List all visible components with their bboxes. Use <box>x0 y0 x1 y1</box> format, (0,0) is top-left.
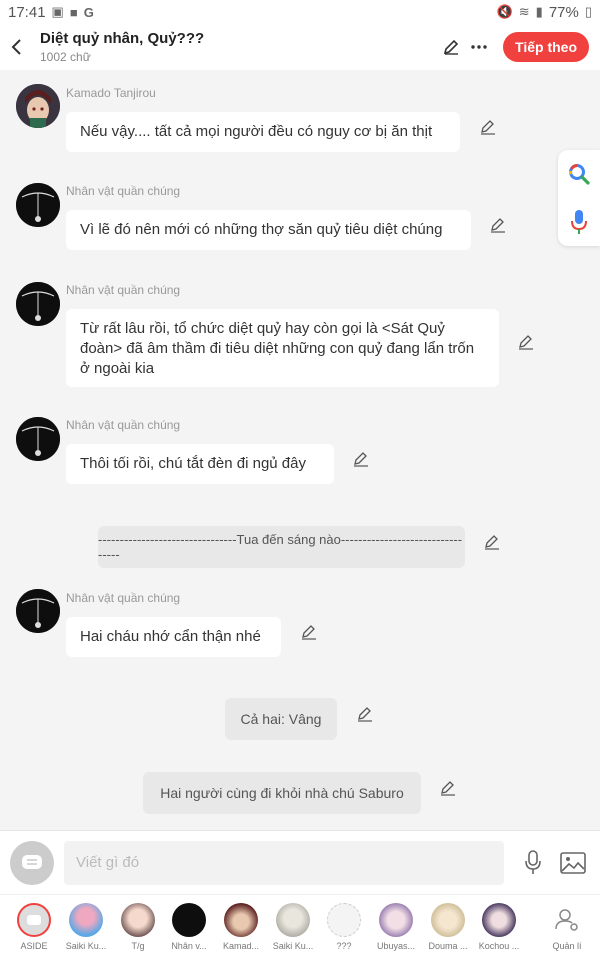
character-crowd[interactable]: Nhân v... <box>166 903 212 951</box>
google-search-button[interactable] <box>567 162 591 186</box>
message-bubble[interactable]: Vì lẽ đó nên mới có những thợ săn quỷ ti… <box>66 210 471 250</box>
pencil-icon <box>443 39 459 55</box>
pencil-icon[interactable] <box>439 779 457 797</box>
voice-search-button[interactable] <box>569 208 589 236</box>
message-sender-name: Nhân vật quần chúng <box>66 591 181 605</box>
avatar <box>379 903 413 937</box>
search-icon <box>568 164 590 185</box>
google-notification-icon: G <box>83 4 94 20</box>
pencil-icon[interactable] <box>356 705 374 723</box>
edit-title-button[interactable] <box>437 33 465 61</box>
pencil-icon[interactable] <box>352 450 370 468</box>
chat-area[interactable]: Kamado Tanjirou Nếu vậy.... tất cả mọi n… <box>0 70 600 830</box>
message-sender-name: Kamado Tanjirou <box>66 86 156 100</box>
gallery-notification-icon: ▣ <box>51 4 64 19</box>
word-count: 1002 chữ <box>40 50 91 64</box>
narration-bubble[interactable]: Cả hai: Vâng <box>225 698 337 740</box>
chat-bubble-icon <box>22 854 42 869</box>
status-bar: 17:41 ▣ ■ G 🔇 ≋ ▮ 77% ▯ <box>0 0 600 24</box>
character-tg[interactable]: T/g <box>115 903 161 951</box>
pencil-icon[interactable] <box>300 623 318 641</box>
narration-bubble[interactable]: --------------------------------Tua đến … <box>98 526 465 568</box>
character-kamado[interactable]: Kamad... <box>218 903 264 951</box>
wifi-icon: ≋ <box>518 4 530 19</box>
pencil-icon[interactable] <box>489 216 507 234</box>
pencil-icon[interactable] <box>517 333 535 351</box>
story-title: Diệt quỷ nhân, Quỷ??? <box>40 30 205 47</box>
more-options-button[interactable] <box>465 33 493 61</box>
message-sender-name: Nhân vật quần chúng <box>66 184 181 198</box>
avatar <box>69 903 103 937</box>
message-bubble[interactable]: Thôi tối rồi, chú tắt đèn đi ngủ đây <box>66 444 334 484</box>
pencil-icon[interactable] <box>479 118 497 136</box>
character-aside[interactable]: ASIDE <box>11 903 57 951</box>
pencil-icon[interactable] <box>483 533 501 551</box>
character-douma[interactable]: Douma ... <box>425 903 471 951</box>
manage-characters-icon <box>555 909 578 931</box>
narration-bubble[interactable]: Hai người cùng đi khỏi nhà chú Saburo <box>143 772 421 814</box>
avatar <box>121 903 155 937</box>
avatar-crowd-character[interactable] <box>16 417 60 461</box>
battery-icon: ▯ <box>584 4 592 19</box>
character-unknown[interactable]: ??? <box>321 903 367 951</box>
microphone-icon <box>525 849 541 874</box>
chevron-left-icon <box>11 39 21 55</box>
avatar <box>327 903 361 937</box>
status-time: 17:41 <box>8 3 46 21</box>
composer-bar <box>0 830 600 894</box>
message-sender-name: Nhân vật quần chúng <box>66 283 181 297</box>
avatar <box>276 903 310 937</box>
message-bubble[interactable]: Hai cháu nhớ cẩn thận nhé <box>66 617 281 657</box>
character-saiki-1[interactable]: Saiki Ku... <box>63 903 109 951</box>
floating-search-tools <box>558 150 600 246</box>
character-saiki-2[interactable]: Saiki Ku... <box>270 903 316 951</box>
avatar-tanjirou[interactable] <box>16 84 60 128</box>
story-title-block: Diệt quỷ nhân, Quỷ??? 1002 chữ <box>34 29 437 65</box>
character-kochou[interactable]: Kochou ... <box>476 903 522 951</box>
avatar <box>482 903 516 937</box>
battery-level: 77% <box>548 3 579 21</box>
signal-icon: ▮ <box>535 4 543 19</box>
message-bubble[interactable]: Từ rất lâu rồi, tổ chức diệt quỷ hay còn… <box>66 309 499 387</box>
avatar-crowd-character[interactable] <box>16 282 60 326</box>
insert-image-button[interactable] <box>558 848 588 878</box>
back-button[interactable] <box>0 24 34 70</box>
avatar <box>224 903 258 937</box>
shopping-bag-notification-icon: ■ <box>69 4 78 20</box>
header: Diệt quỷ nhân, Quỷ??? 1002 chữ Tiếp theo <box>0 24 600 70</box>
more-dots-icon <box>471 45 487 49</box>
avatar <box>172 903 206 937</box>
image-icon <box>560 851 586 874</box>
message-sender-name: Nhân vật quần chúng <box>66 418 181 432</box>
voice-input-button[interactable] <box>518 848 548 878</box>
character-selector-bar: ASIDE Saiki Ku... T/g Nhân v... Kamad...… <box>0 894 600 960</box>
microphone-icon <box>571 210 587 234</box>
next-button[interactable]: Tiếp theo <box>503 32 589 62</box>
avatar-crowd-character[interactable] <box>16 589 60 633</box>
mute-icon: 🔇 <box>496 4 513 19</box>
avatar <box>431 903 465 937</box>
avatar-crowd-character[interactable] <box>16 183 60 227</box>
aside-toggle-button[interactable] <box>10 840 54 885</box>
chat-bubble-icon <box>27 914 41 925</box>
message-bubble[interactable]: Nếu vậy.... tất cả mọi người đều có nguy… <box>66 112 460 152</box>
character-ubuyashiki[interactable]: Ubuyas... <box>373 903 419 951</box>
character-manager[interactable]: Quản lí <box>544 903 590 951</box>
message-input[interactable] <box>64 840 504 885</box>
